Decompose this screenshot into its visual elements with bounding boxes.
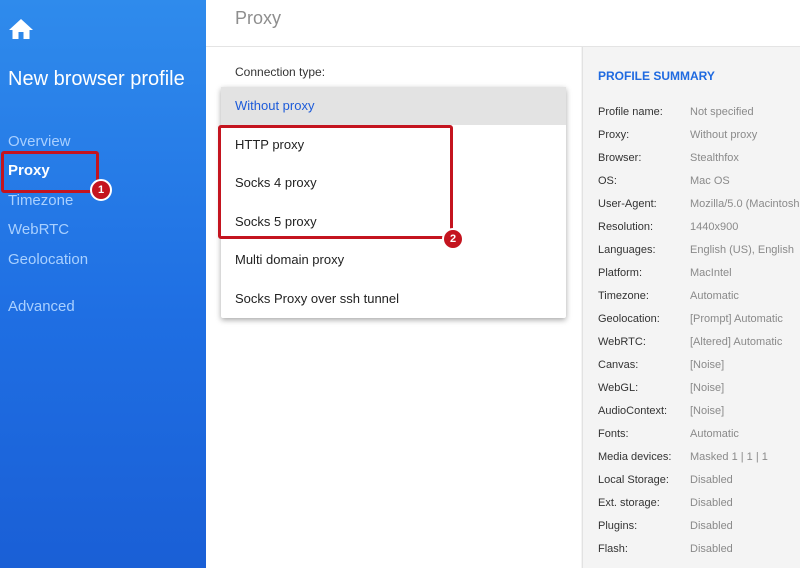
summary-row: Canvas: [Noise] — [598, 359, 800, 375]
summary-value: [Noise] — [690, 359, 725, 371]
summary-key: Profile name: — [598, 106, 663, 118]
summary-value: Stealthfox — [690, 152, 739, 164]
summary-row: WebGL: [Noise] — [598, 382, 800, 398]
summary-value: MacIntel — [690, 267, 732, 279]
connection-type-label: Connection type: — [235, 65, 326, 79]
summary-value: Not specified — [690, 106, 754, 118]
summary-key: Proxy: — [598, 129, 630, 141]
sidebar: New browser profile Overview Proxy Timez… — [0, 0, 206, 568]
summary-row: Proxy: Without proxy — [598, 129, 800, 145]
annotation-badge-1: 1 — [90, 179, 112, 201]
summary-key: Resolution: — [598, 221, 654, 233]
summary-row: Plugins: Disabled — [598, 520, 800, 536]
annotation-badge-2: 2 — [442, 228, 464, 250]
nav-item-advanced[interactable]: Advanced — [8, 298, 75, 315]
summary-row: Timezone: Automatic — [598, 290, 800, 306]
nav-item-geolocation[interactable]: Geolocation — [8, 251, 88, 268]
summary-row: Profile name: Not specified — [598, 106, 800, 122]
summary-key: Browser: — [598, 152, 642, 164]
summary-value: [Noise] — [690, 382, 725, 394]
nav-item-timezone[interactable]: Timezone — [8, 192, 73, 209]
summary-key: Local Storage: — [598, 474, 669, 486]
summary-value: Disabled — [690, 543, 733, 555]
summary-key: Platform: — [598, 267, 643, 279]
summary-key: Geolocation: — [598, 313, 660, 325]
summary-row: Platform: MacIntel — [598, 267, 800, 283]
summary-row: Resolution: 1440x900 — [598, 221, 800, 237]
summary-value: [Noise] — [690, 405, 725, 417]
summary-row: WebRTC: [Altered] Automatic — [598, 336, 800, 352]
nav-item-webrtc[interactable]: WebRTC — [8, 221, 69, 238]
option-ssh-tunnel-proxy[interactable]: Socks Proxy over ssh tunnel — [221, 280, 566, 318]
summary-key: WebGL: — [598, 382, 639, 394]
summary-value: Disabled — [690, 497, 733, 509]
summary-key: Flash: — [598, 543, 628, 555]
summary-value: Automatic — [690, 428, 739, 440]
summary-row: Media devices: Masked 1 | 1 | 1 — [598, 451, 800, 467]
highlight-box-1 — [1, 151, 99, 193]
page-title: Proxy — [235, 8, 282, 28]
summary-key: AudioContext: — [598, 405, 668, 417]
summary-value: Disabled — [690, 474, 733, 486]
summary-key: User-Agent: — [598, 198, 657, 210]
summary-row: AudioContext: [Noise] — [598, 405, 800, 421]
summary-key: Media devices: — [598, 451, 672, 463]
summary-value: Automatic — [690, 290, 739, 302]
summary-row: User-Agent: Mozilla/5.0 (Macintosh — [598, 198, 800, 214]
summary-row: Fonts: Automatic — [598, 428, 800, 444]
summary-value: Mac OS — [690, 175, 730, 187]
summary-value: 1440x900 — [690, 221, 739, 233]
main-header: Proxy — [206, 0, 800, 47]
highlight-box-2 — [218, 125, 453, 239]
nav-item-overview[interactable]: Overview — [8, 133, 71, 150]
summary-key: Fonts: — [598, 428, 629, 440]
summary-key: Languages: — [598, 244, 656, 256]
summary-key: WebRTC: — [598, 336, 646, 348]
summary-title: PROFILE SUMMARY — [598, 69, 715, 83]
summary-row: Browser: Stealthfox — [598, 152, 800, 168]
summary-value: English (US), English — [690, 244, 794, 256]
home-icon[interactable] — [8, 18, 34, 40]
summary-key: Ext. storage: — [598, 497, 660, 509]
summary-row: Geolocation: [Prompt] Automatic — [598, 313, 800, 329]
summary-value: [Altered] Automatic — [690, 336, 783, 348]
option-without-proxy[interactable]: Without proxy — [221, 87, 566, 125]
summary-value: Masked 1 | 1 | 1 — [690, 451, 768, 463]
summary-key: Plugins: — [598, 520, 638, 532]
summary-row: Flash: Disabled — [598, 543, 800, 559]
summary-key: Timezone: — [598, 290, 649, 302]
summary-key: Canvas: — [598, 359, 639, 371]
profile-title: New browser profile — [8, 68, 185, 90]
profile-summary: PROFILE SUMMARY Profile name: Not specifi… — [582, 47, 800, 568]
summary-row: Local Storage: Disabled — [598, 474, 800, 490]
summary-value: Mozilla/5.0 (Macintosh — [690, 198, 800, 210]
summary-row: Languages: English (US), English — [598, 244, 800, 260]
summary-value: Disabled — [690, 520, 733, 532]
summary-key: OS: — [598, 175, 617, 187]
summary-value: Without proxy — [690, 129, 758, 141]
summary-row: Ext. storage: Disabled — [598, 497, 800, 513]
summary-value: [Prompt] Automatic — [690, 313, 783, 325]
summary-row: OS: Mac OS — [598, 175, 800, 191]
option-multi-domain-proxy[interactable]: Multi domain proxy — [221, 241, 566, 279]
